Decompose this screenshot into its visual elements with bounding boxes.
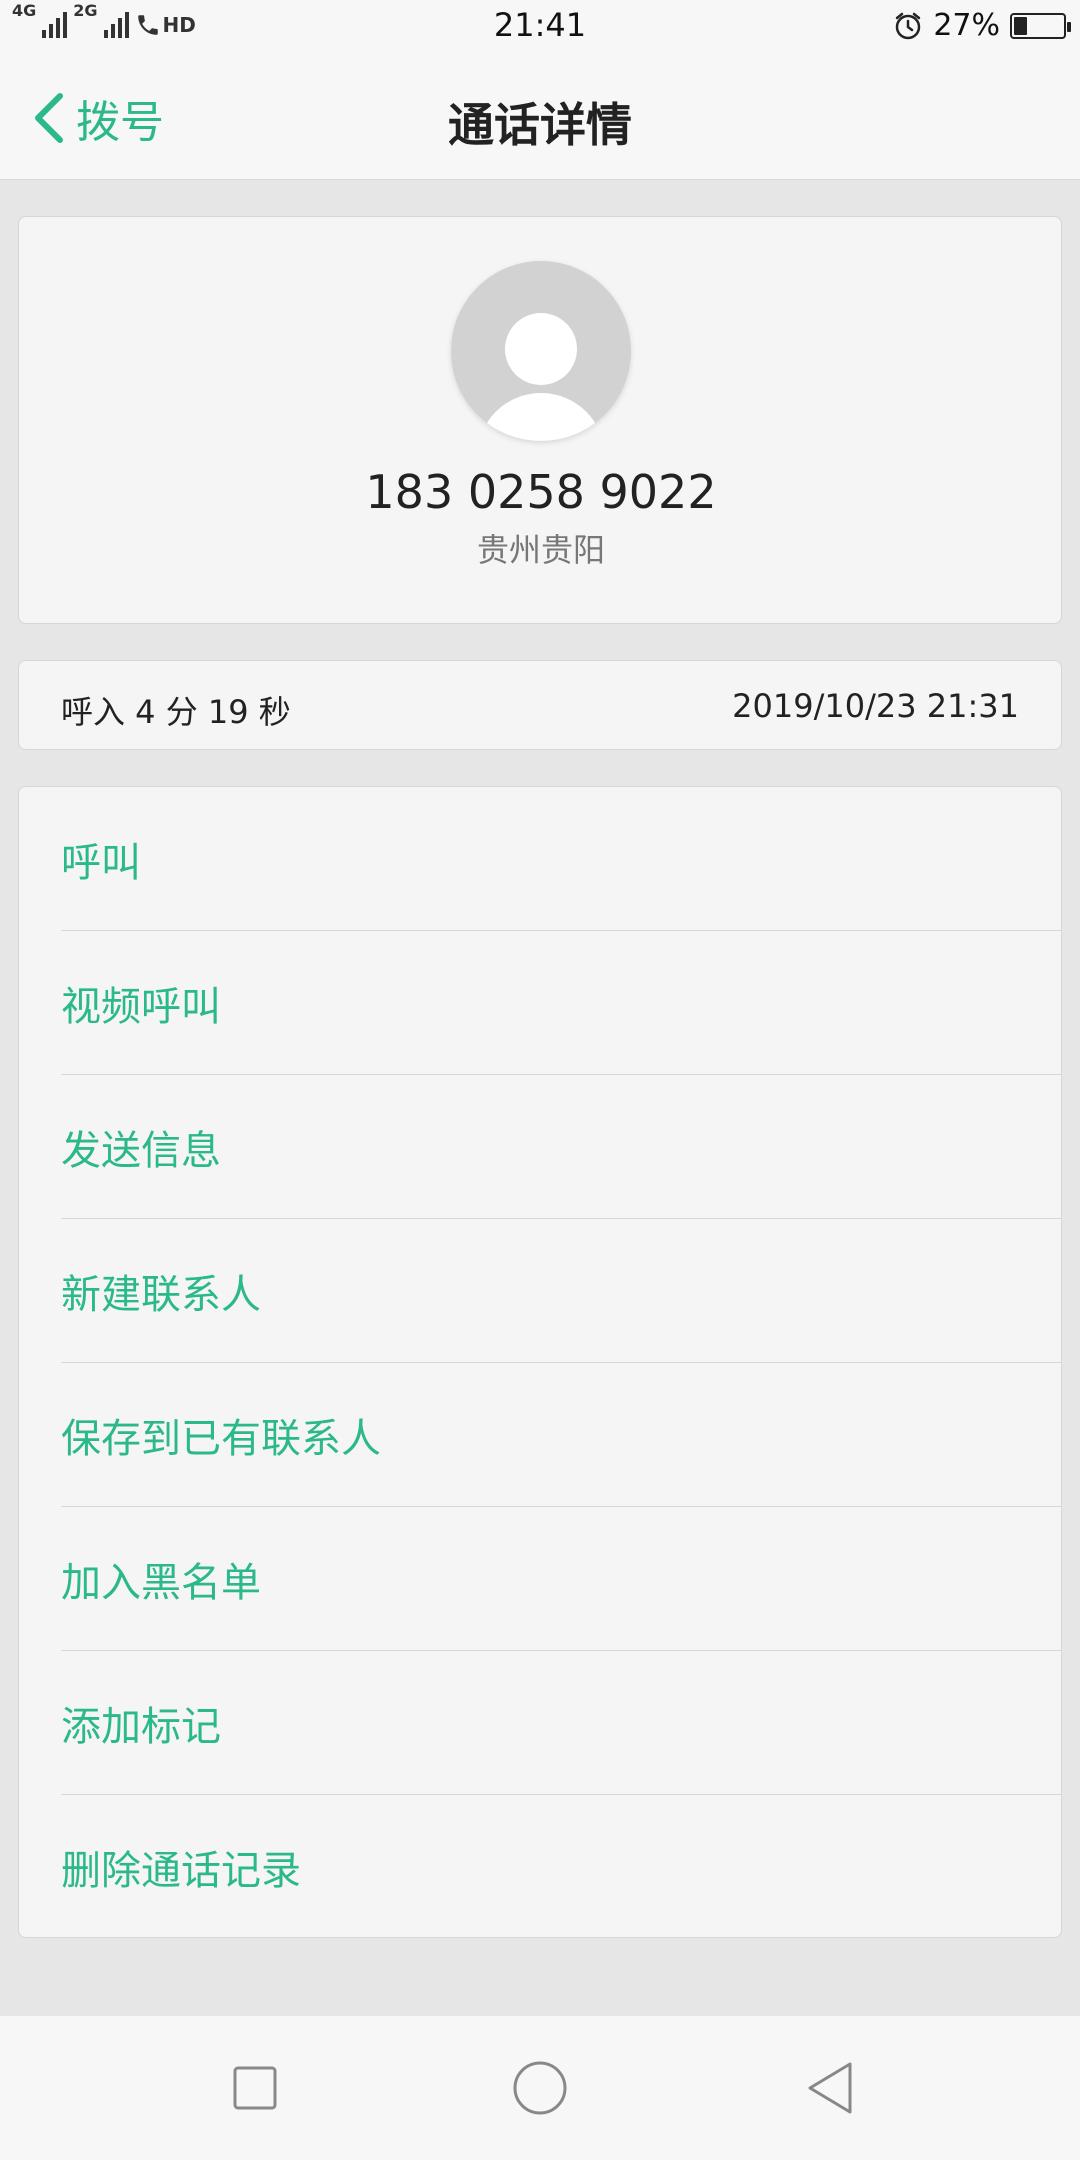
status-bar: 4G 2G HD 21:41 27%	[0, 0, 1080, 56]
actions-list: 呼叫 视频呼叫 发送信息 新建联系人 保存到已有联系人 加入黑名单 添加标记 删…	[18, 786, 1062, 1938]
action-new-contact[interactable]: 新建联系人	[61, 1219, 1061, 1363]
top-app-bar: 拨号 通话详情	[0, 56, 1080, 180]
action-add-to-blacklist[interactable]: 加入黑名单	[61, 1507, 1061, 1651]
battery-percent: 27%	[933, 8, 1000, 43]
status-right: 27%	[893, 8, 1071, 43]
action-delete-call-log[interactable]: 删除通话记录	[61, 1795, 1061, 1939]
action-call[interactable]: 呼叫	[61, 787, 1061, 931]
back-triangle-icon[interactable]	[800, 2058, 860, 2118]
home-circle-icon[interactable]	[510, 2058, 570, 2118]
navigation-bar	[0, 2016, 1080, 2160]
call-datetime: 2019/10/23 21:31	[732, 687, 1019, 725]
phone-location: 贵州贵阳	[476, 531, 605, 569]
call-log-entry: 呼入 4 分 19 秒 2019/10/23 21:31	[18, 660, 1062, 750]
contact-card: 183 0258 9022 贵州贵阳	[18, 216, 1062, 624]
action-video-call[interactable]: 视频呼叫	[61, 931, 1061, 1075]
avatar-body	[477, 393, 605, 441]
alarm-icon	[896, 12, 921, 39]
action-save-to-existing-contact[interactable]: 保存到已有联系人	[61, 1363, 1061, 1507]
avatar-head	[505, 313, 577, 385]
page-title: 通话详情	[448, 98, 632, 152]
action-add-tag[interactable]: 添加标记	[61, 1651, 1061, 1795]
battery-icon	[1010, 12, 1071, 39]
phone-number: 183 0258 9022	[365, 465, 717, 519]
avatar	[451, 261, 631, 441]
battery-fill	[1014, 16, 1027, 35]
action-send-message[interactable]: 发送信息	[61, 1075, 1061, 1219]
recents-square-icon[interactable]	[225, 2058, 285, 2118]
call-type-duration: 呼入 4 分 19 秒	[61, 693, 291, 731]
